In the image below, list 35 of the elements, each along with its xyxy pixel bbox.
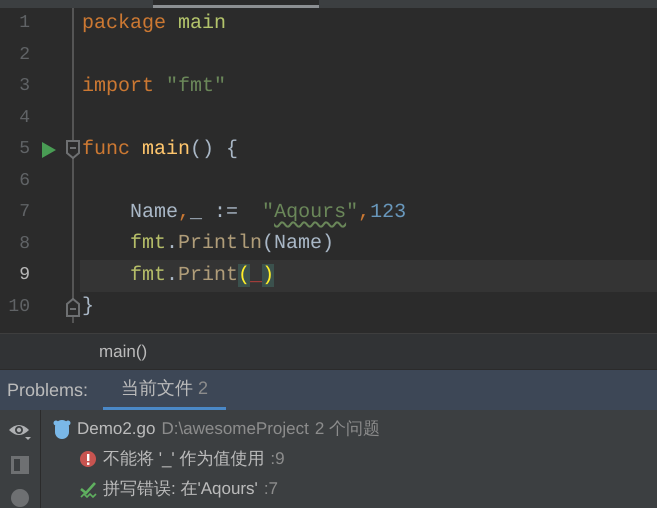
run-icon[interactable] [42,142,56,158]
line-number: 5 [18,138,31,162]
layout-icon[interactable] [11,456,29,474]
file-path: D:\awesomeProject [161,418,309,440]
line-number: 8 [18,232,31,256]
fold-icon[interactable] [66,298,80,317]
eye-icon[interactable] [8,422,32,442]
circle-icon[interactable] [10,488,30,508]
file-type-icon [53,418,71,440]
line-number: 3 [18,75,31,98]
breadcrumb[interactable]: main() [99,338,148,364]
code-line: } [82,294,94,320]
line-number: 4 [18,106,31,130]
line-number: 9 [18,264,31,288]
line-reference: :9 [270,448,285,470]
code-line: func main() { [82,136,238,163]
code-line: import "fmt" [82,74,226,100]
check-icon [80,480,97,498]
file-name[interactable]: Demo2.go [77,416,156,442]
line-number: 6 [18,170,31,193]
problem-message[interactable]: 拼写错误: 在'Aqours' [103,476,258,502]
problem-message[interactable]: 不能将 '_' 作为值使用 [103,446,264,472]
line-number: 1 [18,12,31,36]
line-number: 2 [18,44,31,67]
code-line: package main [82,10,226,37]
line-reference: :7 [264,478,278,500]
code-line: fmt.Println(Name) [129,231,334,258]
code-line: Name,_ := "Aqours",123 [129,200,406,226]
problem-count: 2 个问题 [314,418,380,440]
fold-icon[interactable] [66,140,80,160]
code-line: fmt.Print(_) [129,262,274,289]
panel-title: Problems: [7,378,88,402]
error-icon [80,450,97,468]
line-number: 7 [18,201,31,224]
line-number: 10 [7,296,31,319]
